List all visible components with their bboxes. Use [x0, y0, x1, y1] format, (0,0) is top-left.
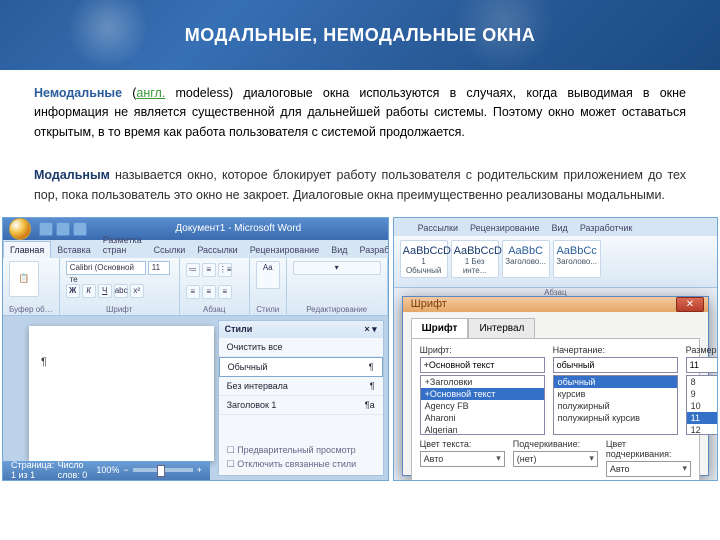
slide-header: МОДАЛЬНЫЕ, НЕМОДАЛЬНЫЕ ОКНА — [0, 0, 720, 70]
styles-button[interactable]: Aa — [256, 261, 280, 289]
size-input[interactable] — [686, 357, 718, 373]
group-label: Буфер об… — [9, 305, 53, 314]
office-orb-icon[interactable] — [9, 218, 31, 240]
style-item[interactable]: Без интервала¶ — [219, 377, 383, 396]
strike-button[interactable]: abc — [114, 284, 128, 298]
editing-button[interactable]: ▾ — [293, 261, 381, 275]
tab-mailings[interactable]: Рассылки — [412, 220, 464, 236]
style-input[interactable] — [553, 357, 678, 373]
styles-pane: Стили × ▾ Очистить все Обычный¶ Без интер… — [218, 320, 384, 476]
bold-button[interactable]: Ж — [66, 284, 80, 298]
style-preview[interactable]: AaBbCcDc1 Без инте... — [451, 240, 499, 278]
tab-developer[interactable]: Разработчик — [574, 220, 638, 236]
group-label: Шрифт — [66, 305, 173, 314]
font-listbox[interactable]: +Заголовки +Основной текст Agency FB Aha… — [420, 375, 545, 435]
align-center-button[interactable]: ≡ — [202, 285, 216, 299]
style-preview[interactable]: AaBbCcЗаголово... — [553, 240, 601, 278]
tab-insert[interactable]: Вставка — [51, 242, 96, 258]
tab-home[interactable]: Главная — [3, 241, 51, 258]
dialog-title: Шрифт — [411, 298, 447, 310]
style-preview[interactable]: AaBbCcDc1 Обычный — [400, 240, 448, 278]
align-right-button[interactable]: ≡ — [218, 285, 232, 299]
color-label: Цвет текста: — [420, 439, 505, 449]
tab-references[interactable]: Ссылки — [148, 242, 192, 258]
tab-review[interactable]: Рецензирование — [464, 220, 546, 236]
screenshots-row: Документ1 - Microsoft Word Главная Встав… — [0, 215, 720, 483]
quick-access-toolbar[interactable] — [39, 222, 87, 236]
underline-color-label: Цвет подчеркивания: — [606, 439, 691, 459]
tab-developer[interactable]: Разработчик — [354, 242, 389, 258]
ribbon-styles: AaBbCcDc1 Обычный AaBbCcDc1 Без инте... … — [394, 236, 717, 288]
screenshot-word-modal: Рассылки Рецензирование Вид Разработчик … — [393, 217, 718, 481]
underline-label: Подчеркивание: — [513, 439, 598, 449]
group-clipboard: 📋 Буфер об… — [3, 258, 60, 315]
text: называется окно, которое блокирует работ… — [34, 168, 686, 201]
style-listbox[interactable]: обычный курсив полужирный полужирный кур… — [553, 375, 678, 435]
style-preview[interactable]: AaBbCЗаголово... — [502, 240, 550, 278]
font-input[interactable] — [420, 357, 545, 373]
lang-link[interactable]: англ. — [136, 86, 165, 100]
ribbon-tabs: Рассылки Рецензирование Вид Разработчик — [394, 218, 717, 236]
group-font: Calibri (Основной те 11 Ж К Ч abc x² Шри… — [60, 258, 180, 315]
document-area: ¶ Стили × ▾ Очистить все Обычный¶ Без инт… — [3, 316, 388, 480]
style-label: Начертание: — [553, 345, 678, 355]
zoom-control[interactable]: 100%−+ — [96, 465, 202, 475]
status-page: Страница: 1 из 1 — [11, 460, 58, 480]
window-titlebar: Документ1 - Microsoft Word — [3, 218, 388, 240]
underline-color-combo[interactable]: Авто — [606, 461, 691, 477]
document-page[interactable]: ¶ — [29, 326, 214, 461]
tab-view[interactable]: Вид — [325, 242, 353, 258]
paragraph-modal: Модальным называется окно, которое блоки… — [0, 152, 720, 215]
group-paragraph: ≔≡⋮≡ ≡≡≡ Абзац — [180, 258, 250, 315]
tab-view[interactable]: Вид — [546, 220, 574, 236]
term-modal: Модальным — [34, 168, 110, 182]
term-modeless: Немодальные — [34, 86, 122, 100]
styles-clear[interactable]: Очистить все — [219, 338, 383, 357]
slide-title: МОДАЛЬНЫЕ, НЕМОДАЛЬНЫЕ ОКНА — [185, 25, 535, 46]
font-name-select[interactable]: Calibri (Основной те — [66, 261, 146, 275]
status-bar: Страница: 1 из 1 Число слов: 0 100%−+ — [3, 461, 210, 480]
multilevel-button[interactable]: ⋮≡ — [218, 263, 232, 277]
dialog-titlebar: Шрифт ✕ — [403, 297, 708, 312]
paragraph-modeless: Немодальные (англ. modeless) диалоговые … — [0, 70, 720, 152]
group-label: Редактирование — [293, 305, 381, 314]
super-button[interactable]: x² — [130, 284, 144, 298]
status-words: Число слов: 0 — [58, 460, 97, 480]
dialog-tab-spacing[interactable]: Интервал — [468, 318, 535, 338]
font-size-select[interactable]: 11 — [148, 261, 170, 275]
pane-title: Стили — [225, 324, 253, 335]
text: ( — [122, 86, 136, 100]
italic-button[interactable]: К — [82, 284, 96, 298]
paste-icon[interactable]: 📋 — [9, 261, 39, 297]
group-label: Абзац — [186, 305, 243, 314]
underline-combo[interactable]: (нет) — [513, 451, 598, 467]
font-label: Шрифт: — [420, 345, 545, 355]
ribbon: 📋 Буфер об… Calibri (Основной те 11 Ж К … — [3, 258, 388, 316]
close-button[interactable]: ✕ — [676, 297, 704, 312]
ribbon-tabs: Главная Вставка Разметка стран Ссылки Ра… — [3, 240, 388, 258]
linked-checkbox[interactable]: Отключить связанные стили — [227, 459, 375, 470]
align-left-button[interactable]: ≡ — [186, 285, 200, 299]
numbering-button[interactable]: ≡ — [202, 263, 216, 277]
screenshot-word-modeless: Документ1 - Microsoft Word Главная Встав… — [2, 217, 389, 481]
size-listbox[interactable]: 8 9 10 11 12 — [686, 375, 718, 435]
style-item[interactable]: Обычный¶ — [219, 357, 383, 377]
preview-checkbox[interactable]: Предварительный просмотр — [227, 445, 375, 456]
style-item[interactable]: Заголовок 1¶a — [219, 396, 383, 415]
color-combo[interactable]: Авто — [420, 451, 505, 467]
dialog-tabs: Шрифт Интервал — [403, 312, 708, 338]
underline-button[interactable]: Ч — [98, 284, 112, 298]
tab-review[interactable]: Рецензирование — [244, 242, 326, 258]
group-editing: ▾ Редактирование — [287, 258, 388, 315]
tab-mailings[interactable]: Рассылки — [191, 242, 243, 258]
size-label: Размер: — [686, 345, 718, 355]
dialog-body: Шрифт: +Заголовки +Основной текст Agency… — [411, 338, 700, 481]
group-label: Стили — [256, 305, 280, 314]
bullets-button[interactable]: ≔ — [186, 263, 200, 277]
dialog-tab-font[interactable]: Шрифт — [411, 318, 469, 338]
group-styles: Aa Стили — [250, 258, 287, 315]
tab-layout[interactable]: Разметка стран — [97, 232, 148, 258]
close-icon[interactable]: × ▾ — [364, 324, 376, 335]
font-dialog: Шрифт ✕ Шрифт Интервал Шрифт: +Заголовки… — [402, 296, 709, 476]
